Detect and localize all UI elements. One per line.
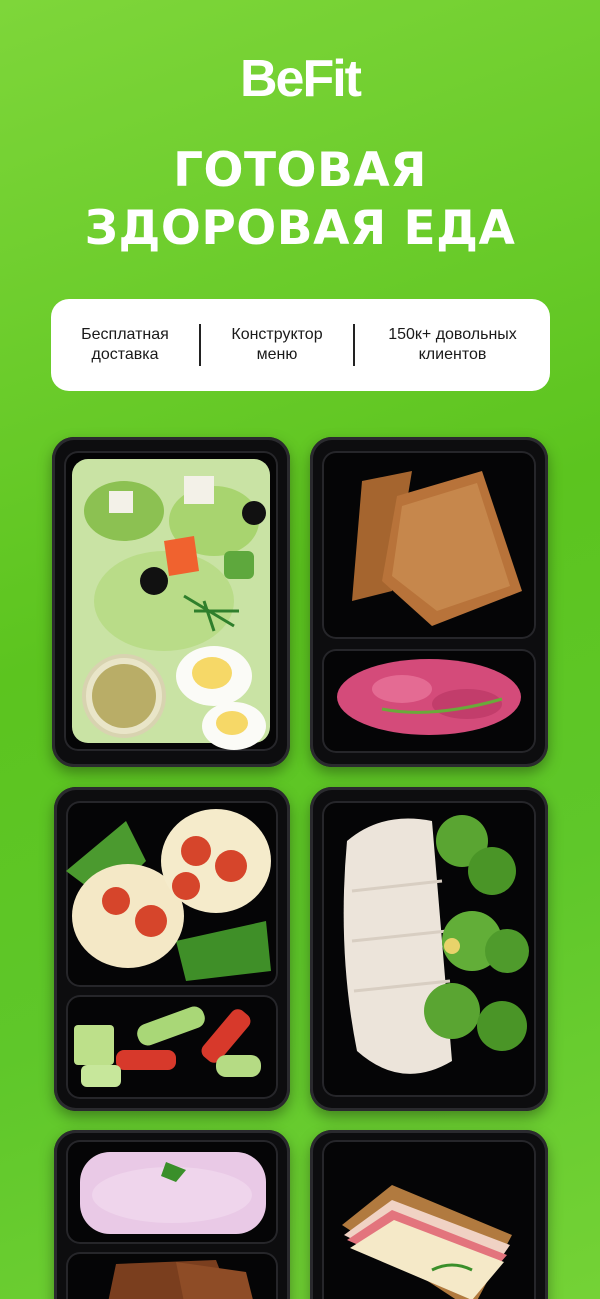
feature-menu-builder-line1: Конструктор (231, 326, 323, 343)
salad-image (72, 459, 270, 750)
feature-free-delivery-line2: доставка (91, 346, 159, 363)
tray-compartment (66, 801, 278, 987)
bread-image (352, 471, 522, 626)
features-card: Бесплатная доставка Конструктор меню 150… (51, 299, 550, 391)
meal-chicken-with-broccoli (310, 787, 548, 1111)
headline: ГОТОВАЯ ЗДОРОВАЯ ЕДА (0, 142, 600, 258)
tray-compartment (322, 649, 536, 753)
tray-compartment (66, 995, 278, 1099)
meal-sandwich (310, 1130, 548, 1299)
feature-free-delivery-line1: Бесплатная (81, 326, 169, 343)
tray-compartment (322, 1140, 536, 1299)
meal-eggs-with-tomato-and-vegetables (54, 787, 290, 1111)
beet-spread-image (337, 659, 521, 735)
sandwich-image (342, 1185, 512, 1299)
feature-happy-clients-line2: клиентов (418, 346, 487, 363)
headline-line-2: ЗДОРОВАЯ ЕДА (84, 201, 516, 256)
tray-compartment (322, 801, 536, 1097)
meal-bread-with-beet-spread (310, 437, 548, 767)
feature-menu-builder: Конструктор меню (201, 325, 353, 365)
chicken-broccoli-image (343, 815, 529, 1074)
feature-free-delivery: Бесплатная доставка (51, 325, 199, 365)
vegetables-image (74, 1006, 261, 1087)
feature-happy-clients: 150к+ довольных клиентов (355, 325, 550, 365)
eggs-image (66, 809, 271, 981)
feature-happy-clients-line1: 150к+ довольных (388, 326, 517, 343)
headline-line-1: ГОТОВАЯ (173, 143, 427, 198)
befit-logo: BeFit (240, 50, 362, 108)
bread-slice-image (108, 1260, 253, 1299)
feature-menu-builder-line2: меню (256, 346, 298, 363)
yogurt-image (80, 1152, 266, 1234)
tray-compartment (66, 1140, 278, 1244)
tray-compartment (64, 451, 278, 751)
tray-compartment (322, 451, 536, 639)
meal-salad-with-eggs (52, 437, 290, 767)
tray-compartment (66, 1252, 278, 1299)
meal-yogurt-dessert (54, 1130, 290, 1299)
